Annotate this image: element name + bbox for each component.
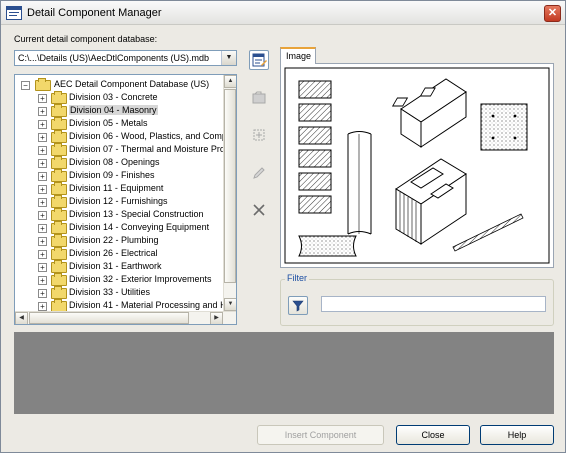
folder-icon [51, 195, 67, 208]
vertical-scrollbar[interactable]: ▲ ▼ [223, 75, 236, 311]
close-window-icon[interactable]: ✕ [544, 5, 561, 22]
expand-icon[interactable]: + [38, 133, 47, 142]
edit-icon [253, 167, 265, 179]
horizontal-scroll-thumb[interactable] [29, 312, 189, 324]
scroll-left-icon[interactable]: ◀ [15, 312, 28, 324]
add-group-button[interactable] [249, 88, 269, 108]
database-label: Current detail component database: [14, 34, 158, 44]
expand-icon[interactable]: + [38, 276, 47, 285]
tree-item-label: Division 22 - Plumbing [69, 235, 159, 245]
tree-item-label: Division 03 - Concrete [69, 92, 158, 102]
expand-icon[interactable]: + [38, 94, 47, 103]
tree-item-label: Division 31 - Earthwork [69, 261, 162, 271]
folder-icon [51, 234, 67, 247]
scroll-right-icon[interactable]: ▶ [210, 312, 223, 324]
tree-item-label: Division 14 - Conveying Equipment [69, 222, 210, 232]
delete-button[interactable] [249, 200, 269, 220]
expand-icon[interactable]: + [38, 289, 47, 298]
tree-item-label: Division 09 - Finishes [69, 170, 155, 180]
masonry-preview-image [281, 64, 553, 267]
add-component-button[interactable] [249, 125, 269, 145]
folder-icon [51, 208, 67, 221]
description-area [14, 332, 554, 414]
folder-icon [51, 143, 67, 156]
scroll-up-icon[interactable]: ▲ [224, 75, 236, 88]
tree-item-label: Division 08 - Openings [69, 157, 160, 167]
expand-icon[interactable]: + [38, 146, 47, 155]
filter-label: Filter [285, 273, 309, 283]
folder-icon [51, 273, 67, 286]
tree-item-label: Division 06 - Wood, Plastics, and Compo [69, 131, 232, 141]
title-bar[interactable]: Detail Component Manager ✕ [1, 1, 565, 25]
folder-icon [51, 247, 67, 260]
expand-icon[interactable]: + [38, 263, 47, 272]
folder-icon [51, 104, 67, 117]
folder-icon [51, 130, 67, 143]
filter-funnel-icon [292, 300, 304, 312]
tree-item-label: Division 05 - Metals [69, 118, 148, 128]
folder-icon [51, 156, 67, 169]
database-path: C:\...\Details (US)\AecDtlComponents (US… [18, 53, 210, 63]
expand-icon[interactable]: + [38, 237, 47, 246]
folder-icon [51, 91, 67, 104]
add-group-icon [252, 91, 266, 104]
filter-input[interactable] [321, 296, 546, 312]
edit-database-button[interactable] [249, 50, 269, 70]
dialog-window: Detail Component Manager ✕ Current detai… [0, 0, 566, 453]
tree-item-label: Division 07 - Thermal and Moisture Prote [69, 144, 233, 154]
app-icon [6, 6, 22, 20]
chevron-down-icon[interactable]: ▼ [221, 51, 236, 65]
delete-icon [253, 204, 265, 216]
tree-item-label: Division 32 - Exterior Improvements [69, 274, 212, 284]
expand-icon[interactable]: + [38, 120, 47, 129]
folder-icon [35, 78, 51, 91]
expand-icon[interactable]: + [38, 302, 47, 311]
tab-image-label: Image [286, 51, 312, 61]
edit-database-icon [252, 53, 267, 67]
tree-item-label: Division 04 - Masonry [69, 105, 158, 115]
tree-root-label: AEC Detail Component Database (US) [54, 79, 210, 89]
expand-icon[interactable]: + [38, 224, 47, 233]
scroll-down-icon[interactable]: ▼ [224, 298, 236, 311]
expand-icon[interactable]: + [38, 211, 47, 220]
tree-item-label: Division 26 - Electrical [69, 248, 158, 258]
vertical-scroll-thumb[interactable] [224, 89, 236, 283]
tree-item-label: Division 41 - Material Processing and Ha [69, 300, 232, 310]
tab-image[interactable]: Image [280, 47, 316, 64]
folder-icon [51, 286, 67, 299]
expand-icon[interactable]: + [38, 250, 47, 259]
insert-component-button[interactable]: Insert Component [257, 425, 384, 445]
folder-icon [51, 260, 67, 273]
tree-item-label: Division 12 - Furnishings [69, 196, 168, 206]
folder-icon [51, 169, 67, 182]
expand-icon[interactable]: + [38, 107, 47, 116]
expand-icon[interactable]: + [38, 198, 47, 207]
folder-icon [51, 221, 67, 234]
expand-icon[interactable]: + [38, 172, 47, 181]
tree-item-label: Division 11 - Equipment [69, 183, 164, 193]
add-component-icon [253, 129, 265, 141]
edit-button[interactable] [249, 163, 269, 183]
window-title: Detail Component Manager [27, 7, 162, 19]
component-tree[interactable]: − AEC Detail Component Database (US) + Di… [14, 74, 237, 325]
expand-icon[interactable]: + [38, 185, 47, 194]
database-dropdown[interactable]: C:\...\Details (US)\AecDtlComponents (US… [14, 50, 237, 66]
collapse-icon[interactable]: − [21, 81, 30, 90]
tree-item-label: Division 13 - Special Construction [69, 209, 204, 219]
help-button[interactable]: Help [480, 425, 554, 445]
filter-button[interactable] [288, 296, 308, 315]
folder-icon [51, 117, 67, 130]
close-button[interactable]: Close [396, 425, 470, 445]
image-preview-pane [280, 63, 554, 268]
horizontal-scrollbar[interactable]: ◀ ▶ [15, 311, 236, 324]
folder-icon [51, 182, 67, 195]
expand-icon[interactable]: + [38, 159, 47, 168]
tree-item-label: Division 33 - Utilities [69, 287, 151, 297]
